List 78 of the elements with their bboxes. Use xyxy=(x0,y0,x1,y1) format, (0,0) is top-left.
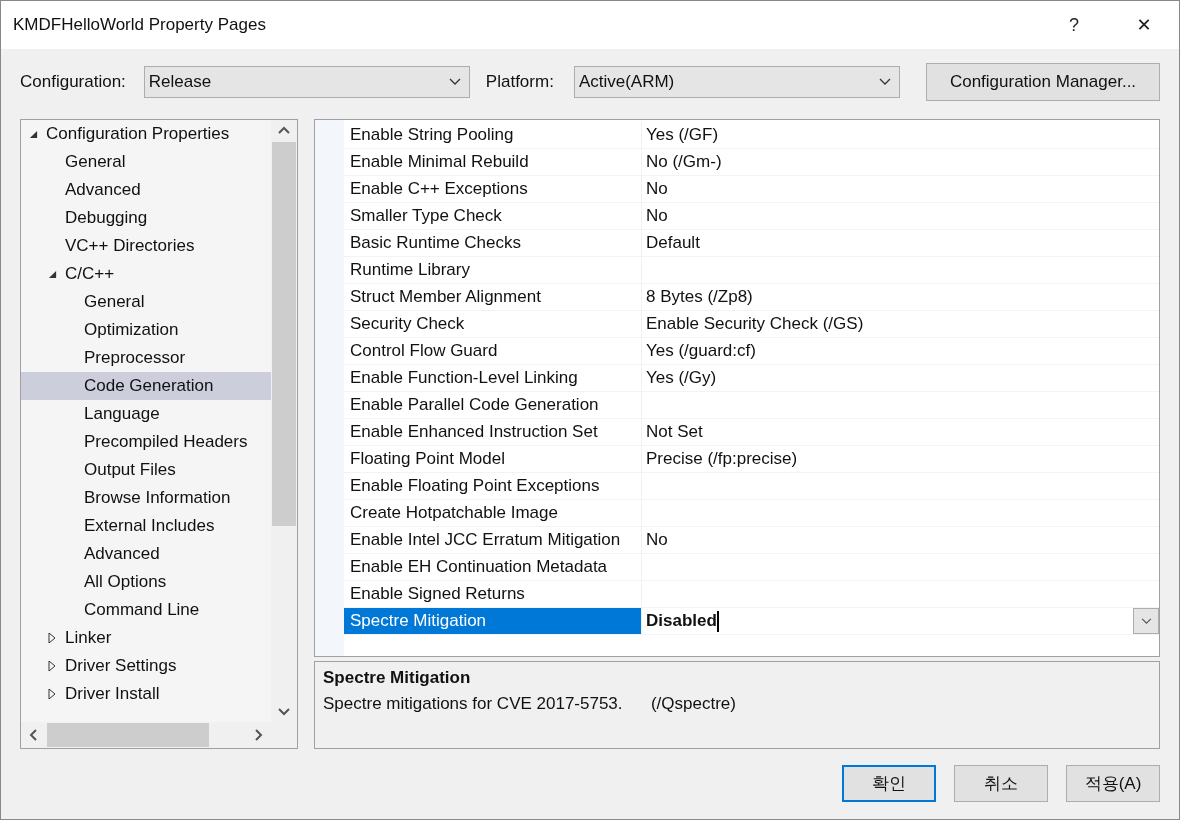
tree-item[interactable]: Driver Settings xyxy=(21,652,271,680)
vertical-scrollbar[interactable] xyxy=(271,120,297,722)
property-name[interactable]: Enable Parallel Code Generation xyxy=(344,392,642,419)
tree-item[interactable]: Debugging xyxy=(21,204,271,232)
property-name[interactable]: Enable Floating Point Exceptions xyxy=(344,473,642,500)
tree-item[interactable]: Configuration Properties xyxy=(21,120,271,148)
property-value[interactable]: 8 Bytes (/Zp8) xyxy=(646,287,753,307)
configuration-label: Configuration: xyxy=(20,72,126,92)
close-button[interactable]: ✕ xyxy=(1109,1,1179,49)
property-value[interactable]: Default xyxy=(646,233,700,253)
tree-item[interactable]: Advanced xyxy=(21,176,271,204)
property-value[interactable]: Precise (/fp:precise) xyxy=(646,449,798,469)
property-value[interactable]: Yes (/Gy) xyxy=(646,368,717,388)
property-name[interactable]: Spectre Mitigation xyxy=(344,608,642,635)
tree-item[interactable]: Preprocessor xyxy=(21,344,271,372)
property-value[interactable]: No xyxy=(646,206,668,226)
tree-item[interactable]: External Includes xyxy=(21,512,271,540)
description-text: Spectre mitigations for CVE 2017-5753. (/Qspectre) xyxy=(323,694,737,714)
tree-item[interactable]: C/C++ xyxy=(21,260,271,288)
property-value[interactable]: No (/Gm-) xyxy=(646,152,722,172)
property-name[interactable]: Runtime Library xyxy=(344,257,642,284)
property-value[interactable]: Enable Security Check (/GS) xyxy=(646,314,864,334)
property-name[interactable]: Enable Intel JCC Erratum Mitigation xyxy=(344,527,642,554)
expanded-triangle-icon[interactable] xyxy=(29,129,38,139)
expanded-triangle-icon[interactable] xyxy=(48,269,57,279)
property-name[interactable]: Basic Runtime Checks xyxy=(344,230,642,257)
tree-item[interactable]: VC++ Directories xyxy=(21,232,271,260)
configuration-manager-button[interactable]: Configuration Manager... xyxy=(926,63,1160,101)
scroll-down-icon[interactable] xyxy=(278,708,290,716)
help-button[interactable]: ? xyxy=(1039,1,1109,49)
configuration-dropdown[interactable]: Release xyxy=(143,66,470,98)
property-value[interactable]: No xyxy=(646,179,668,199)
chevron-down-icon xyxy=(878,78,891,86)
tree-item[interactable]: Browse Information xyxy=(21,484,271,512)
tree-item[interactable]: General xyxy=(21,288,271,316)
tree-item[interactable]: Output Files xyxy=(21,456,271,484)
property-name[interactable]: Create Hotpatchable Image xyxy=(344,500,642,527)
tree-item[interactable]: Advanced xyxy=(21,540,271,568)
property-value[interactable]: No xyxy=(646,530,668,550)
collapsed-triangle-icon[interactable] xyxy=(48,632,56,644)
tree-item[interactable]: Driver Install xyxy=(21,680,271,708)
collapsed-triangle-icon[interactable] xyxy=(48,688,56,700)
collapsed-triangle-icon[interactable] xyxy=(48,660,56,672)
platform-label: Platform: xyxy=(485,72,554,92)
property-name[interactable]: Enable String Pooling xyxy=(344,122,642,149)
tree-item[interactable]: All Options xyxy=(21,568,271,596)
property-name[interactable]: Enable Function-Level Linking xyxy=(344,365,642,392)
tree-item[interactable]: Linker xyxy=(21,624,271,652)
property-name[interactable]: Enable Minimal Rebuild xyxy=(344,149,642,176)
property-name[interactable]: Control Flow Guard xyxy=(344,338,642,365)
property-name[interactable]: Enable C++ Exceptions xyxy=(344,176,642,203)
tree-item[interactable]: Precompiled Headers xyxy=(21,428,271,456)
description-title: Spectre Mitigation xyxy=(323,668,472,688)
window-title: KMDFHelloWorld Property Pages xyxy=(13,15,267,35)
tree-item[interactable]: Optimization xyxy=(21,316,271,344)
platform-dropdown[interactable]: Active(ARM) xyxy=(573,66,900,98)
scroll-left-icon[interactable] xyxy=(29,729,37,741)
property-value[interactable]: Not Set xyxy=(646,422,703,442)
scroll-up-icon[interactable] xyxy=(278,126,290,134)
tree-item[interactable]: Command Line xyxy=(21,596,271,624)
tree-item[interactable]: Language xyxy=(21,400,271,428)
dialog-button[interactable]: 취소 xyxy=(954,765,1048,802)
dialog-button[interactable]: 적용(A) xyxy=(1066,765,1160,802)
property-value[interactable]: Disabled xyxy=(646,611,717,631)
property-value[interactable]: Yes (/GF) xyxy=(646,125,719,145)
property-name[interactable]: Struct Member Alignment xyxy=(344,284,642,311)
chevron-down-icon xyxy=(1140,617,1152,625)
tree-item[interactable]: General xyxy=(21,148,271,176)
property-value[interactable]: Yes (/guard:cf) xyxy=(646,341,756,361)
dialog-button[interactable]: 확인 xyxy=(842,765,936,802)
property-name[interactable]: Enable EH Continuation Metadata xyxy=(344,554,642,581)
scroll-right-icon[interactable] xyxy=(255,729,263,741)
chevron-down-icon xyxy=(448,78,461,86)
property-name[interactable]: Floating Point Model xyxy=(344,446,642,473)
property-name[interactable]: Smaller Type Check xyxy=(344,203,642,230)
property-name[interactable]: Enable Enhanced Instruction Set xyxy=(344,419,642,446)
tree-item[interactable]: Code Generation xyxy=(21,372,271,400)
property-name[interactable]: Security Check xyxy=(344,311,642,338)
